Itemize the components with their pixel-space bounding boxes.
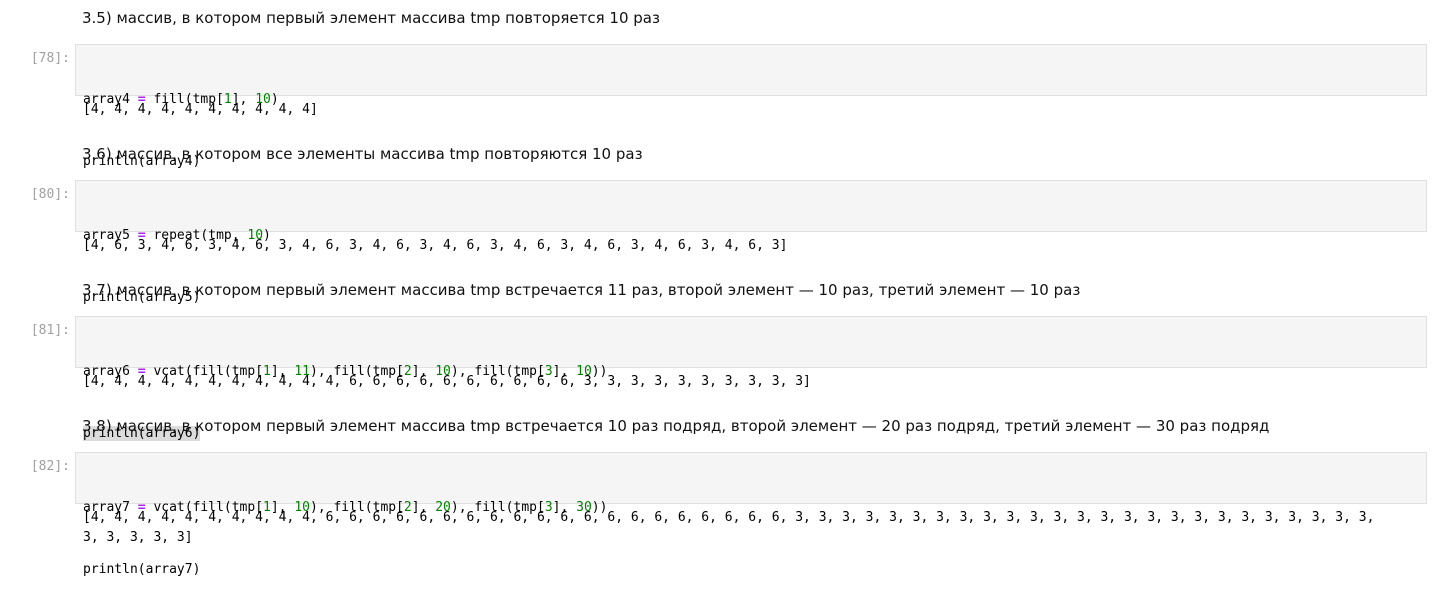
cell-output-78: [4, 4, 4, 4, 4, 4, 4, 4, 4, 4] <box>83 102 318 117</box>
code-line: println(array7) <box>83 561 201 577</box>
cell-output-81: [4, 4, 4, 4, 4, 4, 4, 4, 4, 4, 4, 6, 6, … <box>83 374 811 389</box>
code-cell-78[interactable]: array4 = fill(tmp[1], 10) println(array4… <box>75 44 1427 169</box>
code-cell-82[interactable]: array7 = vcat(fill(tmp[1], 10), fill(tmp… <box>75 452 1427 577</box>
cell-prompt-78: [78]: <box>30 51 70 66</box>
cell-prompt-82: [82]: <box>30 459 70 474</box>
code-cell-80[interactable]: array5 = repeat(tmp, 10) println(array5) <box>75 180 1427 305</box>
markdown-heading-3-7: 3.7) массив, в котором первый элемент ма… <box>82 281 1081 299</box>
code-cell-81[interactable]: array6 = vcat(fill(tmp[1], 11), fill(tmp… <box>75 316 1427 441</box>
output-line: 3, 3, 3, 3, 3] <box>83 530 193 545</box>
output-line: [4, 4, 4, 4, 4, 4, 4, 4, 4, 4, 6, 6, 6, … <box>83 510 1375 525</box>
cell-prompt-81: [81]: <box>30 323 70 338</box>
markdown-heading-3-5: 3.5) массив, в котором первый элемент ма… <box>82 9 660 27</box>
cell-prompt-80: [80]: <box>30 187 70 202</box>
markdown-heading-3-8: 3.8) массив, в котором первый элемент ма… <box>82 417 1270 435</box>
cell-output-80: [4, 6, 3, 4, 6, 3, 4, 6, 3, 4, 6, 3, 4, … <box>83 238 788 253</box>
cell-output-82: [4, 4, 4, 4, 4, 4, 4, 4, 4, 4, 6, 6, 6, … <box>83 508 1423 548</box>
markdown-heading-3-6: 3.6) массив, в котором все элементы масс… <box>82 145 643 163</box>
